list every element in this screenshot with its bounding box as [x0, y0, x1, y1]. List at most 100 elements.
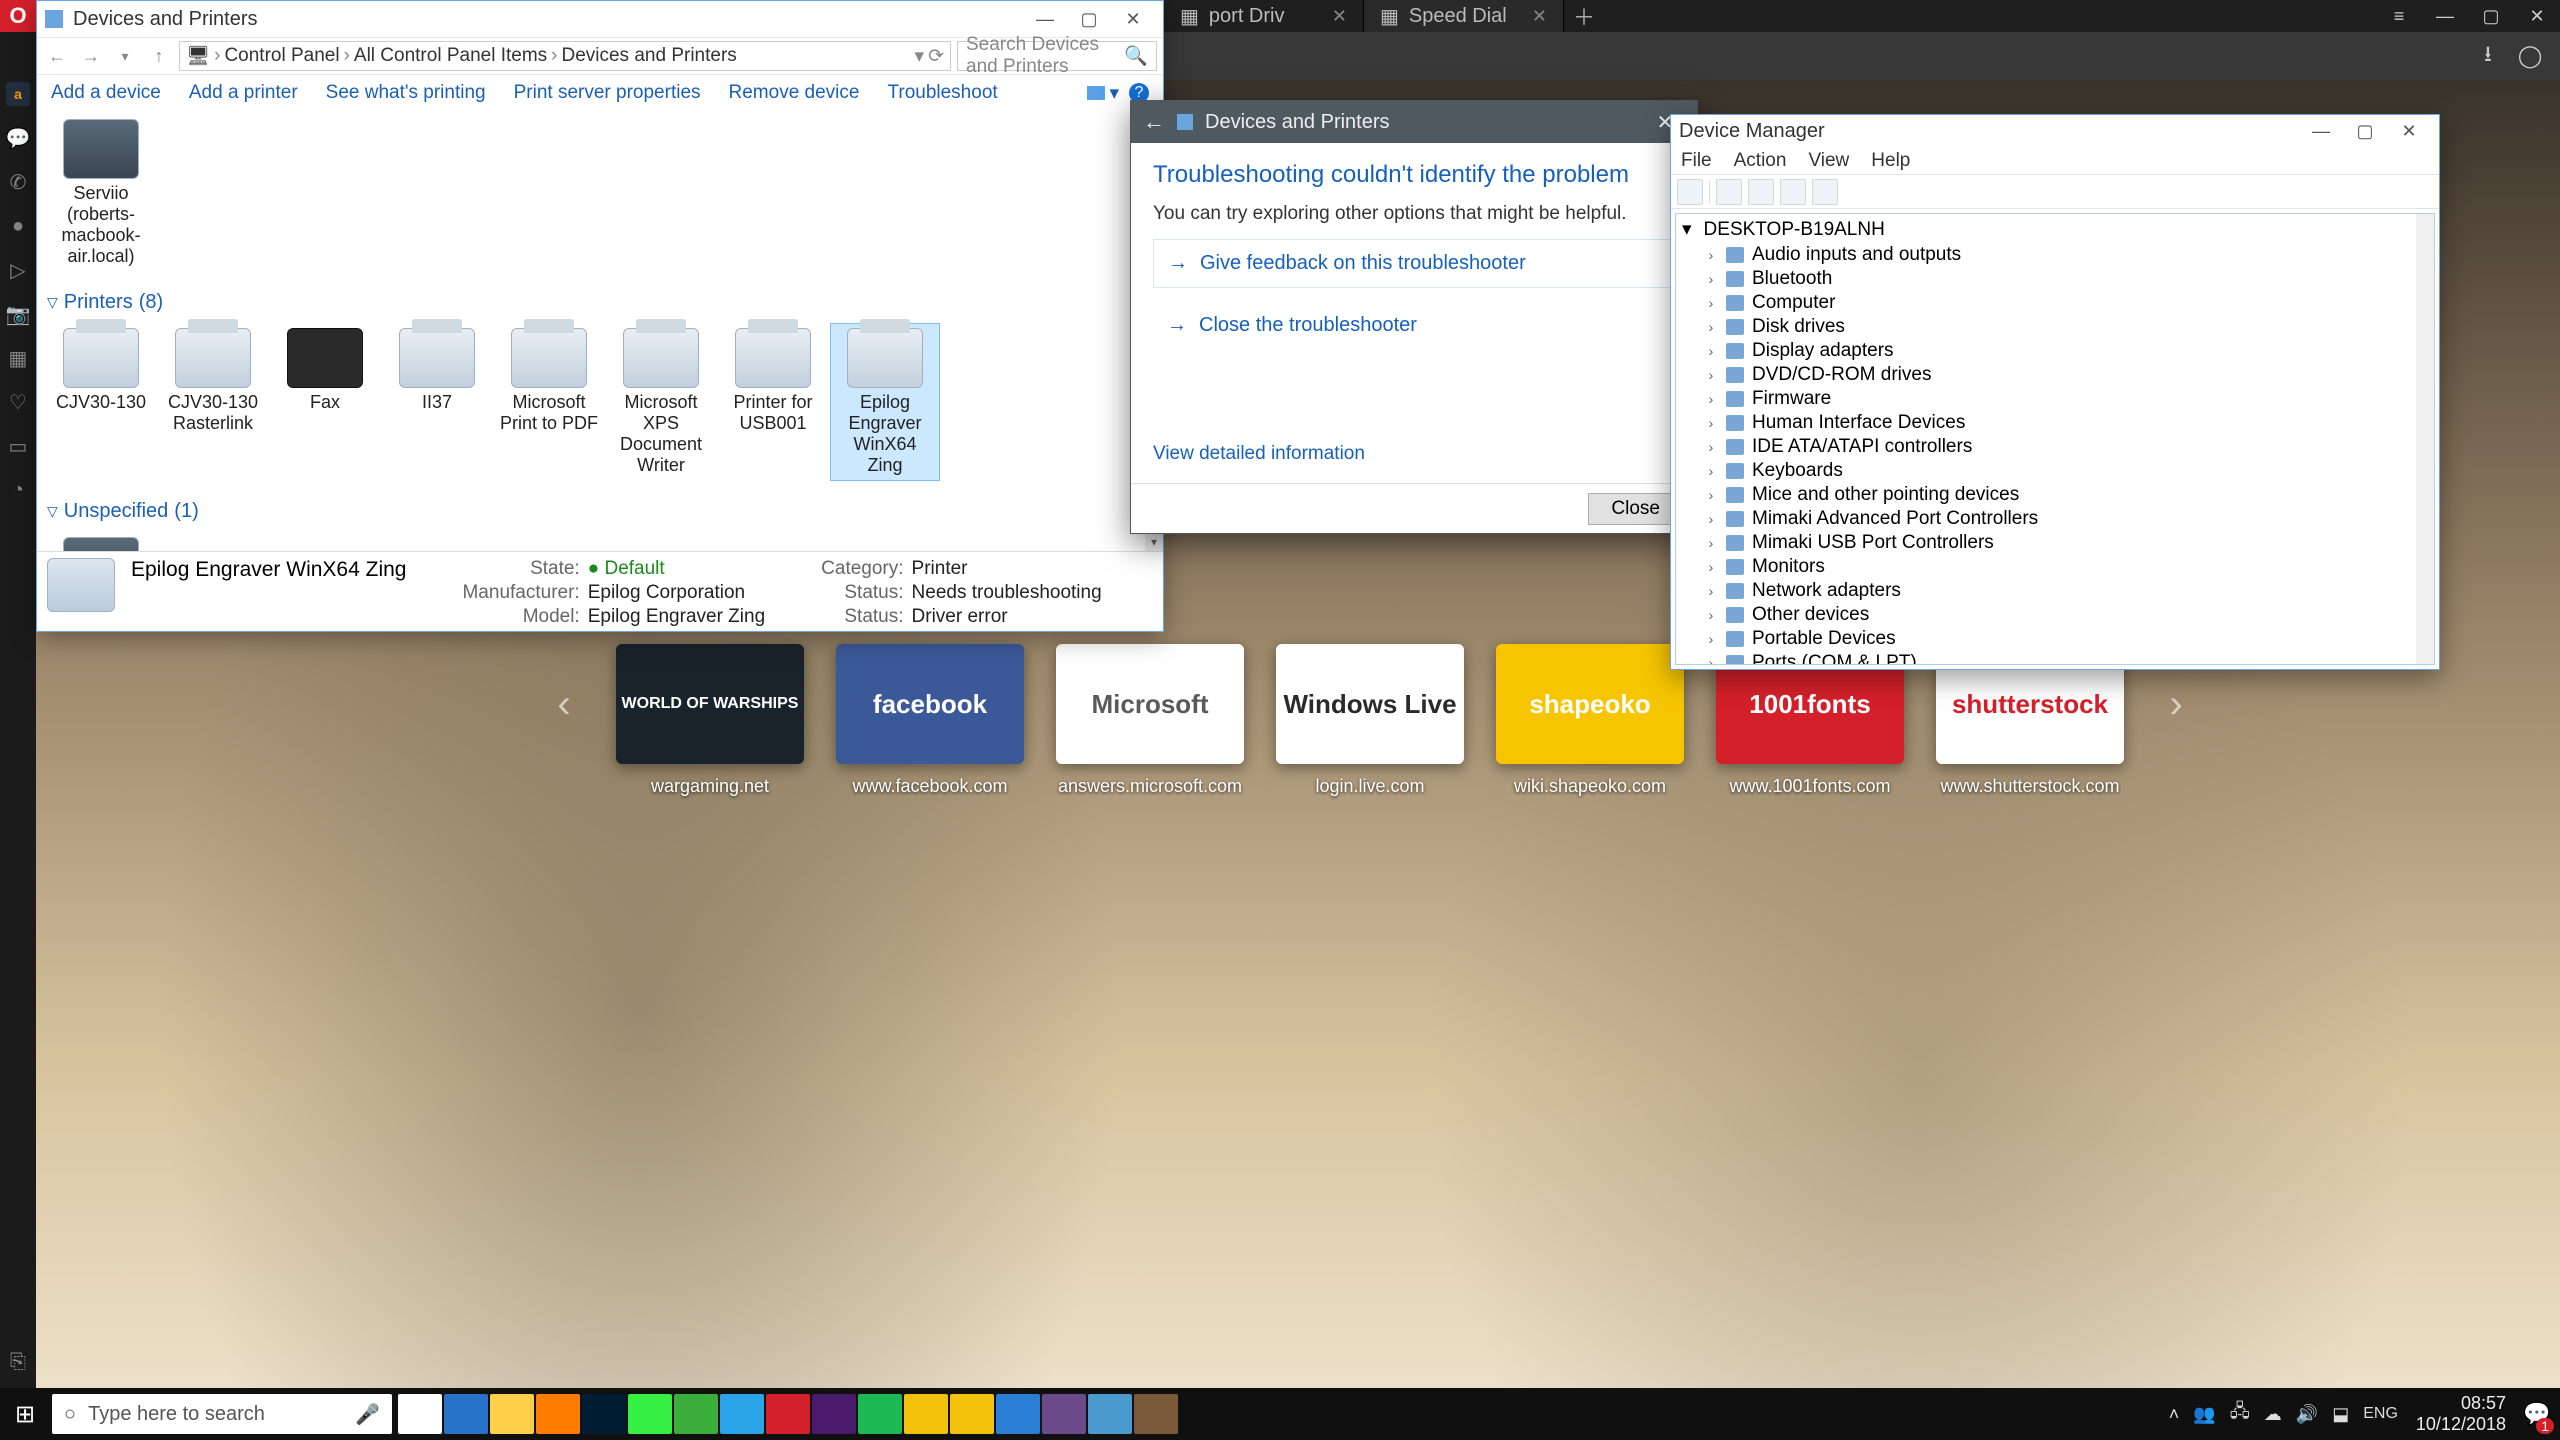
- taskbar-app-explorer[interactable]: [490, 1394, 534, 1434]
- expand-icon[interactable]: ›: [1704, 655, 1718, 665]
- expand-icon[interactable]: ›: [1704, 415, 1718, 431]
- device-item[interactable]: CJV30-130: [47, 324, 155, 480]
- expand-icon[interactable]: ›: [1704, 463, 1718, 479]
- device-item[interactable]: Serviio (roberts-macbook-air.local): [47, 115, 155, 271]
- taskbar-app-app1[interactable]: [812, 1394, 856, 1434]
- toolbar-button[interactable]: [1677, 179, 1703, 205]
- close-button[interactable]: Close: [1588, 493, 1683, 525]
- expand-icon[interactable]: ›: [1704, 607, 1718, 623]
- view-detailed-link[interactable]: View detailed information: [1153, 443, 1675, 465]
- expand-icon[interactable]: ›: [1704, 343, 1718, 359]
- expand-icon[interactable]: ›: [1704, 583, 1718, 599]
- tree-node[interactable]: ›Portable Devices: [1676, 627, 2434, 651]
- taskbar-search[interactable]: ○ Type here to search 🎤: [52, 1394, 392, 1434]
- menu-help[interactable]: Help: [1871, 150, 1910, 172]
- tray-net-icon[interactable]: 🖧: [2230, 1399, 2250, 1429]
- breadcrumb-item[interactable]: Devices and Printers: [561, 45, 736, 67]
- tree-root[interactable]: ▾DESKTOP-B19ALNH: [1676, 216, 2434, 243]
- tree-node[interactable]: ›Other devices: [1676, 603, 2434, 627]
- taskbar-app-ai[interactable]: [536, 1394, 580, 1434]
- view-options-button[interactable]: ▾: [1087, 82, 1119, 105]
- close-troubleshooter-option[interactable]: → Close the troubleshooter: [1153, 302, 1675, 349]
- taskbar-app-ie[interactable]: [720, 1394, 764, 1434]
- notifications-button[interactable]: 💬 1: [2514, 1388, 2560, 1440]
- messenger-icon[interactable]: 💬: [6, 126, 30, 150]
- expand-icon[interactable]: ›: [1704, 367, 1718, 383]
- breadcrumb-item[interactable]: Control Panel: [224, 45, 339, 67]
- scroll-down-button[interactable]: ▾: [1145, 533, 1163, 551]
- group-header[interactable]: ▽Printers (8): [37, 285, 1163, 320]
- camera-icon[interactable]: 📷: [6, 302, 30, 326]
- grid-icon[interactable]: ▦: [6, 346, 30, 370]
- device-item[interactable]: CJV30-01: [47, 533, 155, 551]
- taskbar-app-e[interactable]: [904, 1394, 948, 1434]
- refresh-icon[interactable]: ⟳: [928, 45, 944, 68]
- taskbar-app-corel[interactable]: [674, 1394, 718, 1434]
- cmd-add-a-printer[interactable]: Add a printer: [189, 82, 298, 104]
- tray-up-icon[interactable]: ˄: [2169, 1404, 2180, 1425]
- browser-tab-0[interactable]: ▦ port Driv ✕: [1164, 0, 1364, 32]
- taskbar-app-taskview[interactable]: [398, 1394, 442, 1434]
- taskbar-clock[interactable]: 08:57 10/12/2018: [2416, 1393, 2506, 1434]
- tree-node[interactable]: ›Ports (COM & LPT): [1676, 651, 2434, 665]
- tray-dropbox-icon[interactable]: ⬓: [2332, 1404, 2349, 1425]
- expand-icon[interactable]: ›: [1704, 295, 1718, 311]
- toolbar-button[interactable]: [1780, 179, 1806, 205]
- toolbar-button[interactable]: [1748, 179, 1774, 205]
- expand-icon[interactable]: ›: [1704, 631, 1718, 647]
- browser-tab-1[interactable]: ▦ Speed Dial ✕: [1364, 0, 1564, 32]
- scrollbar[interactable]: [2416, 214, 2434, 664]
- clock-icon[interactable]: ◔: [6, 478, 30, 502]
- spotify-icon[interactable]: ●: [6, 214, 30, 238]
- device-item[interactable]: Epilog Engraver WinX64 Zing: [831, 324, 939, 480]
- minimize-button[interactable]: —: [1023, 1, 1067, 37]
- whatsapp-icon[interactable]: ✆: [6, 170, 30, 194]
- taskbar-app-edge[interactable]: [444, 1394, 488, 1434]
- close-icon[interactable]: ✕: [1332, 6, 1347, 27]
- menu-action[interactable]: Action: [1734, 150, 1787, 172]
- taskbar-app-gimp[interactable]: [1134, 1394, 1178, 1434]
- close-button[interactable]: ✕: [2514, 0, 2560, 32]
- close-button[interactable]: ✕: [1111, 1, 1155, 37]
- back-icon[interactable]: ←: [1143, 109, 1165, 135]
- device-item[interactable]: Printer for USB001: [719, 324, 827, 480]
- cmd-troubleshoot[interactable]: Troubleshoot: [887, 82, 997, 104]
- tree-node[interactable]: ›Audio inputs and outputs: [1676, 243, 2434, 267]
- play-icon[interactable]: ▷: [6, 258, 30, 282]
- expand-icon[interactable]: ›: [1704, 391, 1718, 407]
- taskbar-app-app3[interactable]: [996, 1394, 1040, 1434]
- expand-icon[interactable]: ›: [1704, 559, 1718, 575]
- expand-icon[interactable]: ›: [1704, 487, 1718, 503]
- sidebar-collapse-icon[interactable]: ⎘: [6, 1350, 30, 1374]
- expand-icon[interactable]: ›: [1704, 271, 1718, 287]
- speeddial-prev-button[interactable]: ‹: [544, 644, 584, 764]
- taskbar-app-app4[interactable]: [1042, 1394, 1086, 1434]
- speeddial-tile[interactable]: WORLD OF WARSHIPSwargaming.net: [616, 644, 804, 797]
- taskbar-app-opera[interactable]: [766, 1394, 810, 1434]
- tree-node[interactable]: ›Network adapters: [1676, 579, 2434, 603]
- device-item[interactable]: II37: [383, 324, 491, 480]
- tree-node[interactable]: ›DVD/CD-ROM drives: [1676, 363, 2434, 387]
- tree-node[interactable]: ›Firmware: [1676, 387, 2434, 411]
- tree-node[interactable]: ›Keyboards: [1676, 459, 2434, 483]
- close-icon[interactable]: ✕: [1532, 6, 1547, 27]
- speeddial-tile[interactable]: shapeokowiki.shapeoko.com: [1496, 644, 1684, 797]
- speeddial-tile[interactable]: Windows Livelogin.live.com: [1276, 644, 1464, 797]
- taskbar-app-paint[interactable]: [1088, 1394, 1132, 1434]
- give-feedback-option[interactable]: → Give feedback on this troubleshooter: [1153, 239, 1675, 288]
- expand-icon[interactable]: ›: [1704, 535, 1718, 551]
- back-button[interactable]: ←: [43, 42, 71, 70]
- menu-view[interactable]: View: [1808, 150, 1849, 172]
- maximize-button[interactable]: ▢: [2468, 0, 2514, 32]
- tray-eng-icon[interactable]: ENG: [2363, 1405, 2398, 1423]
- taskbar-app-spotify[interactable]: [858, 1394, 902, 1434]
- taskbar-app-dw[interactable]: [628, 1394, 672, 1434]
- heart-icon[interactable]: ♡: [6, 390, 30, 414]
- tree-node[interactable]: ›Mimaki USB Port Controllers: [1676, 531, 2434, 555]
- device-item[interactable]: Fax: [271, 324, 379, 480]
- cmd-remove-device[interactable]: Remove device: [729, 82, 860, 104]
- tray-onedrive-icon[interactable]: ☁: [2264, 1404, 2282, 1425]
- cmd-see-what-s-printing[interactable]: See what's printing: [326, 82, 486, 104]
- cmd-print-server-properties[interactable]: Print server properties: [514, 82, 701, 104]
- breadcrumb[interactable]: 🖥› Control Panel› All Control Panel Item…: [179, 41, 951, 71]
